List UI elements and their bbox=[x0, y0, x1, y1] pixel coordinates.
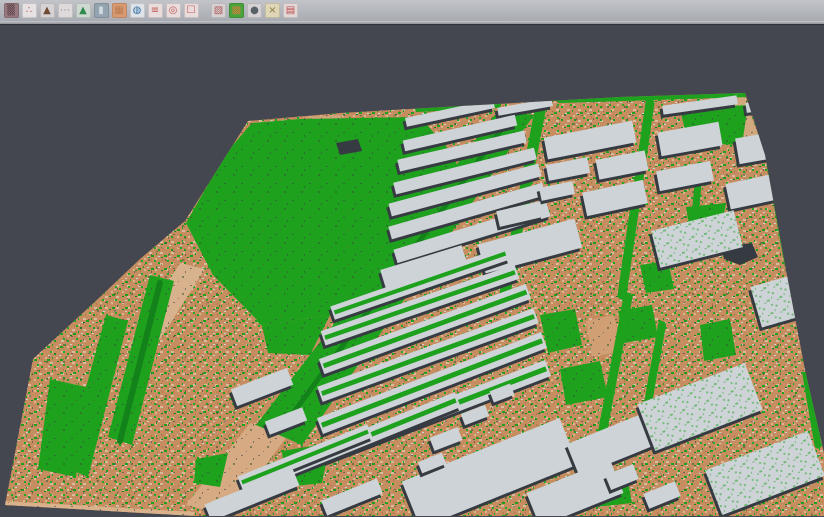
classification-view-icon[interactable]: ▩ bbox=[229, 3, 244, 18]
measure-icon[interactable]: × bbox=[265, 3, 280, 18]
measure-icon-glyph: × bbox=[265, 3, 280, 18]
contour-lines-icon[interactable]: ≡ bbox=[148, 3, 163, 18]
sparse-points-icon-glyph: ⋯ bbox=[58, 3, 73, 18]
building-model-icon-glyph: ▮ bbox=[94, 3, 109, 18]
crop-region-icon-glyph: ☐ bbox=[184, 3, 199, 18]
point-cloud-icon-glyph: ▒ bbox=[4, 3, 19, 18]
terrain-model-icon[interactable]: ▲ bbox=[40, 3, 55, 18]
orthomosaic-icon[interactable]: ▦ bbox=[112, 3, 127, 18]
dem-icon-glyph: ▲ bbox=[76, 3, 91, 18]
viewport-3d[interactable] bbox=[0, 25, 824, 516]
control-point-icon[interactable]: ◎ bbox=[166, 3, 181, 18]
crop-region-icon[interactable]: ☐ bbox=[184, 3, 199, 18]
contour-lines-icon-glyph: ≡ bbox=[148, 3, 163, 18]
dem-icon[interactable]: ▲ bbox=[76, 3, 91, 18]
point-cloud-icon[interactable]: ▒ bbox=[4, 3, 19, 18]
toolbar: ▒∴▲⋯▲▮▦◍≡◎☐▧▩●×▤ bbox=[0, 0, 824, 21]
globe-icon[interactable]: ◍ bbox=[130, 3, 145, 18]
orthomosaic-icon-glyph: ▦ bbox=[112, 3, 127, 18]
shaded-view-icon-glyph: ● bbox=[247, 3, 262, 18]
classification-view-icon-glyph: ▩ bbox=[229, 3, 244, 18]
toolbar-icons: ▒∴▲⋯▲▮▦◍≡◎☐▧▩●×▤ bbox=[2, 3, 300, 18]
clip-box-icon-glyph: ▧ bbox=[211, 3, 226, 18]
terrain-model-icon-glyph: ▲ bbox=[40, 3, 55, 18]
sparse-points-icon[interactable]: ⋯ bbox=[58, 3, 73, 18]
shaded-view-icon[interactable]: ● bbox=[247, 3, 262, 18]
building-model-icon[interactable]: ▮ bbox=[94, 3, 109, 18]
report-icon[interactable]: ▤ bbox=[283, 3, 298, 18]
globe-icon-glyph: ◍ bbox=[130, 3, 145, 18]
align-points-icon-glyph: ∴ bbox=[22, 3, 37, 18]
align-points-icon[interactable]: ∴ bbox=[22, 3, 37, 18]
clip-box-icon[interactable]: ▧ bbox=[211, 3, 226, 18]
report-icon-glyph: ▤ bbox=[283, 3, 298, 18]
control-point-icon-glyph: ◎ bbox=[166, 3, 181, 18]
